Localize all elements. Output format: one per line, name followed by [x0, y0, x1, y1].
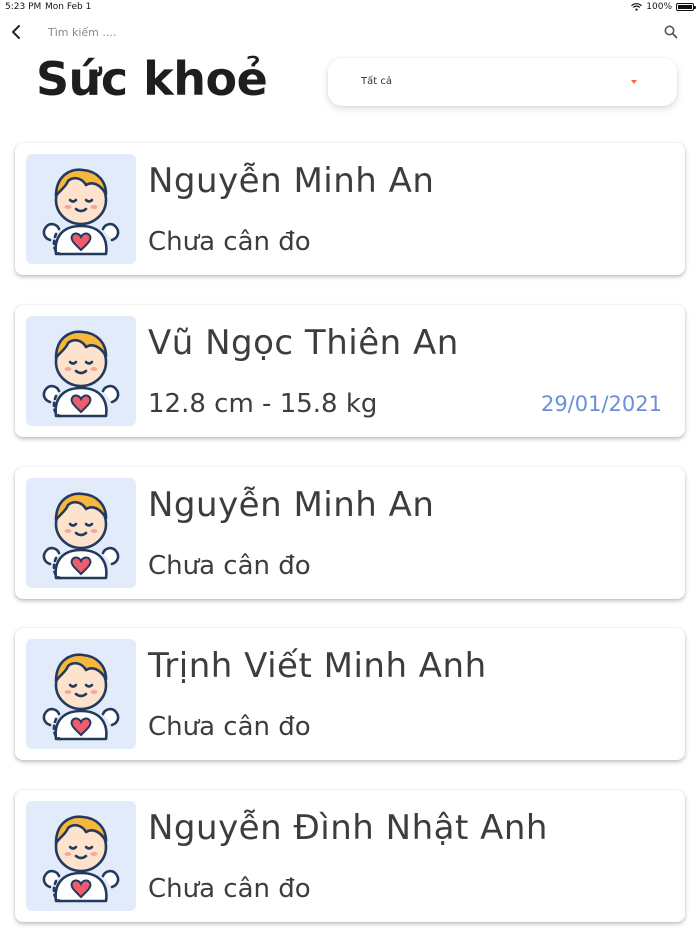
status-time: 5:23 PM [5, 2, 42, 12]
child-name: Vũ Ngọc Thiên An [148, 323, 459, 363]
child-measurement: Chưa cân đo [148, 551, 311, 581]
child-name: Trịnh Viết Minh Anh [148, 646, 487, 686]
child-date: 29/01/2021 [540, 392, 662, 416]
battery-icon [676, 3, 696, 11]
status-date: Mon Feb 1 [45, 2, 92, 12]
child-card[interactable]: Nguyễn Minh An Chưa cân đo [15, 467, 685, 599]
search-icon [664, 25, 678, 39]
wifi-icon [631, 3, 643, 11]
baby-avatar-icon [26, 639, 136, 749]
chevron-left-icon [12, 25, 20, 39]
child-card[interactable]: Nguyễn Đình Nhật Anh Chưa cân đo [15, 790, 685, 922]
page-title: Sức khoẻ [36, 52, 268, 106]
baby-avatar-icon [26, 478, 136, 588]
baby-avatar-icon [26, 801, 136, 911]
child-name: Nguyễn Minh An [148, 161, 435, 201]
child-measurement: Chưa cân đo [148, 227, 311, 257]
battery-percent: 100% [646, 2, 672, 12]
search-bar [0, 18, 700, 46]
filter-dropdown[interactable]: Tất cả [328, 58, 677, 106]
child-measurement: Chưa cân đo [148, 874, 311, 904]
baby-avatar-icon [26, 316, 136, 426]
child-name: Nguyễn Minh An [148, 485, 435, 525]
child-card[interactable]: Trịnh Viết Minh Anh Chưa cân đo [15, 628, 685, 760]
search-input[interactable] [48, 22, 608, 42]
child-measurement: 12.8 cm - 15.8 kg [148, 389, 378, 419]
status-indicators: 100% [631, 2, 696, 12]
child-measurement: Chưa cân đo [148, 712, 311, 742]
search-button[interactable] [663, 24, 681, 42]
back-button[interactable] [7, 22, 27, 42]
filter-selected-value: Tất cả [361, 76, 392, 87]
status-bar: 5:23 PM Mon Feb 1 100% [0, 0, 700, 14]
child-card[interactable]: Nguyễn Minh An Chưa cân đo [15, 143, 685, 275]
child-card[interactable]: Vũ Ngọc Thiên An 12.8 cm - 15.8 kg 29/01… [15, 305, 685, 437]
child-name: Nguyễn Đình Nhật Anh [148, 808, 548, 848]
baby-avatar-icon [26, 154, 136, 264]
caret-down-icon [631, 80, 637, 84]
